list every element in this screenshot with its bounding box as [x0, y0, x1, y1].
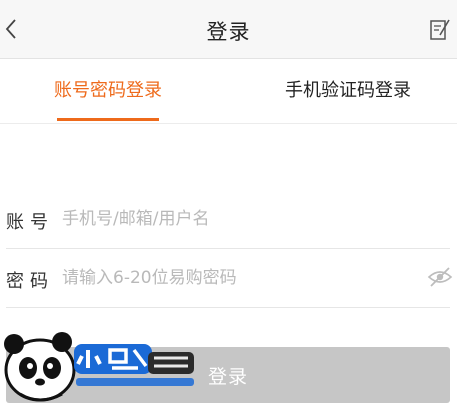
active-tab-indicator [57, 118, 159, 121]
account-input[interactable] [62, 204, 412, 234]
divider [6, 307, 450, 308]
watermark-logo [4, 332, 194, 402]
account-row: 账号 [0, 190, 457, 248]
account-label: 账号 [6, 212, 54, 233]
login-tabs: 账号密码登录 手机验证码登录 [0, 59, 457, 124]
eye-hidden-icon [427, 267, 453, 287]
edit-note-icon [430, 19, 450, 40]
password-visibility-toggle[interactable] [426, 265, 454, 289]
header-bar: 登录 [0, 0, 457, 59]
password-row: 密码 [0, 249, 457, 307]
edit-button[interactable] [421, 0, 457, 58]
tab-account-password[interactable]: 账号密码登录 [40, 59, 176, 123]
login-page: 登录 账号密码登录 手机验证码登录 账号 密码 [0, 0, 457, 404]
tab-phone-code[interactable]: 手机验证码登录 [272, 59, 424, 123]
password-input[interactable] [62, 263, 412, 293]
page-title: 登录 [206, 20, 251, 44]
password-label: 密码 [6, 271, 54, 292]
